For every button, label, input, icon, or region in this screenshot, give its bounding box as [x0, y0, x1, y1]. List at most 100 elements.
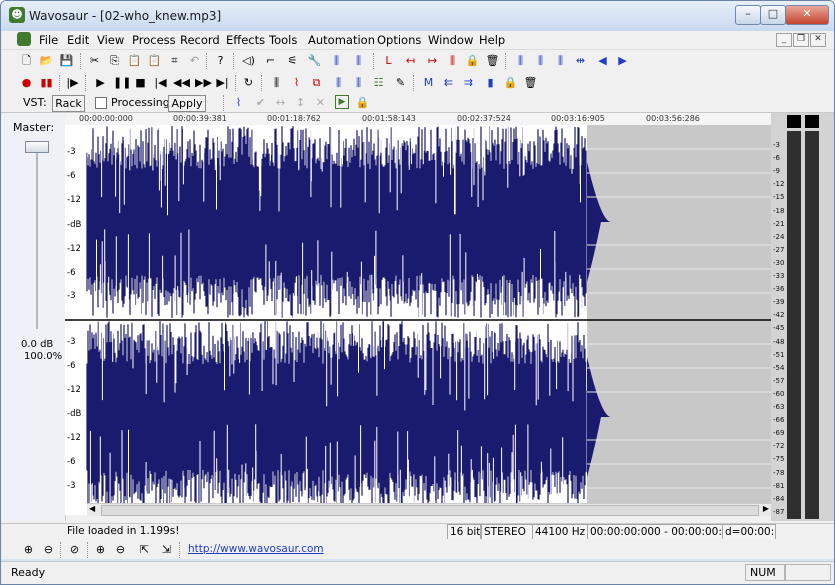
pause-icon[interactable]: ❚❚: [113, 75, 131, 90]
cue-trash-icon[interactable]: 🗑: [523, 75, 538, 90]
menu-window[interactable]: Window: [428, 33, 473, 47]
scroll-right-icon[interactable]: ▶: [763, 504, 769, 513]
envelope-icon[interactable]: ⌇: [231, 95, 246, 110]
vu-clip-left: [787, 115, 801, 128]
speaker-icon[interactable]: ◁): [241, 53, 256, 68]
join-icon[interactable]: ⫼: [553, 53, 568, 68]
trim-icon[interactable]: ⌗: [167, 53, 182, 68]
play-from-start-icon[interactable]: |▶: [65, 75, 80, 90]
menu-process[interactable]: Process: [132, 33, 176, 47]
prev-icon[interactable]: ◀: [595, 53, 610, 68]
paste-mix-icon[interactable]: 📋: [147, 53, 162, 68]
wrench-icon[interactable]: 🔧: [307, 53, 322, 68]
zoom-full-icon[interactable]: ⊘: [67, 542, 82, 557]
copy-icon[interactable]: ⎘: [107, 53, 122, 68]
new-file-icon[interactable]: 🗋: [19, 53, 34, 68]
cue-lock-icon[interactable]: 🔒: [503, 75, 518, 90]
go-start-icon[interactable]: |◀: [153, 75, 168, 90]
horizontal-arrows-icon[interactable]: ↔: [273, 95, 288, 110]
cut-icon[interactable]: ✂: [87, 53, 102, 68]
cue-right-icon[interactable]: ⇉: [461, 75, 476, 90]
dc-offset-icon[interactable]: ⫼: [351, 75, 366, 90]
zoom-out-icon[interactable]: ⊖: [41, 542, 56, 557]
menu-options[interactable]: Options: [377, 33, 421, 47]
minimize-button[interactable]: –: [735, 5, 761, 25]
split-icon[interactable]: ⫼: [533, 53, 548, 68]
save-icon[interactable]: 💾: [59, 53, 74, 68]
rewind-icon[interactable]: ◀◀: [173, 75, 190, 90]
settings-icon[interactable]: ⚟: [285, 53, 300, 68]
menu-effects[interactable]: Effects: [226, 33, 265, 47]
zoom-wave-icon[interactable]: ⫼: [513, 53, 528, 68]
cue-left-icon[interactable]: ⇇: [441, 75, 456, 90]
normalize-icon[interactable]: ⫼: [329, 53, 344, 68]
vst-lock-icon[interactable]: 🔒: [355, 95, 370, 110]
rack-button[interactable]: Rack: [52, 95, 85, 112]
equalizer-icon[interactable]: ☷: [371, 75, 386, 90]
undo-icon[interactable]: ↶: [187, 53, 202, 68]
insert-silence-icon[interactable]: ⫼: [269, 75, 284, 90]
maximize-button[interactable]: □: [760, 5, 786, 25]
document-icon[interactable]: [17, 32, 31, 46]
vu-scale-tick: -75: [773, 455, 785, 464]
lock-icon[interactable]: 🔒: [465, 53, 480, 68]
paste-icon[interactable]: 📋: [127, 53, 142, 68]
reverse-icon[interactable]: ⫼: [351, 53, 366, 68]
check-icon[interactable]: ✔: [253, 95, 268, 110]
marker-icon[interactable]: L: [381, 53, 396, 68]
vu-scale-tick: -33: [773, 272, 785, 280]
vst-label: VST:: [23, 96, 47, 109]
apply-button[interactable]: Apply: [168, 95, 206, 112]
amplify-icon[interactable]: ⫼: [331, 75, 346, 90]
vertical-arrows-icon[interactable]: ↕: [293, 95, 308, 110]
help-icon[interactable]: ?: [213, 53, 228, 68]
master-fader[interactable]: [25, 141, 49, 153]
next-icon[interactable]: ▶: [615, 53, 630, 68]
toolbar-main: 🗋 📂 💾 ✂ ⎘ 📋 📋 ⌗ ↶ ? ◁) ⌐ ⚟ 🔧 ⫼ ⫼ L ↤ ↦ ⫼…: [1, 50, 834, 73]
menu-edit[interactable]: Edit: [67, 33, 89, 47]
record-pause-icon[interactable]: ▮▮: [39, 75, 54, 90]
zoom-selection-icon[interactable]: ⇱: [137, 542, 152, 557]
scrollbar-thumb[interactable]: [101, 505, 759, 516]
marker-left-icon[interactable]: ↤: [403, 53, 418, 68]
mdi-close-button[interactable]: ✕: [810, 33, 826, 47]
processing-checkbox[interactable]: [95, 97, 107, 109]
marker-wave-icon[interactable]: ⫼: [445, 53, 460, 68]
record-icon[interactable]: ●: [19, 75, 34, 90]
menu-automation[interactable]: Automation: [308, 33, 375, 47]
fit-icon[interactable]: ⇹: [573, 53, 588, 68]
stop-icon[interactable]: ■: [133, 75, 148, 90]
menu-view[interactable]: View: [97, 33, 124, 47]
trash-icon[interactable]: 🗑: [485, 53, 500, 68]
cue-block-icon[interactable]: ▮: [483, 75, 498, 90]
horizontal-scrollbar[interactable]: ◀ ▶: [87, 503, 771, 516]
website-link[interactable]: http://www.wavosaur.com: [188, 543, 324, 555]
scroll-left-icon[interactable]: ◀: [89, 504, 95, 513]
delete-icon[interactable]: ✕: [313, 95, 328, 110]
pencil-icon[interactable]: ✎: [393, 75, 408, 90]
crop-icon[interactable]: ⧉: [309, 75, 324, 90]
waveform-view[interactable]: -3 -6 -12 -dB -12 -6 -3 -3 -6 -12 -dB -1…: [65, 125, 771, 515]
marker-right-icon[interactable]: ↦: [425, 53, 440, 68]
fast-forward-icon[interactable]: ▶▶: [195, 75, 212, 90]
zoom-in-icon[interactable]: ⊕: [21, 542, 36, 557]
mdi-restore-button[interactable]: ❐: [793, 33, 809, 47]
play-icon[interactable]: ▶: [93, 75, 108, 90]
menu-record[interactable]: Record: [180, 33, 220, 47]
zoom-vertical-out-icon[interactable]: ⊖: [113, 542, 128, 557]
master-percent: 100.0%: [24, 351, 63, 362]
menu-help[interactable]: Help: [479, 33, 505, 47]
loop-icon[interactable]: ↻: [241, 75, 256, 90]
open-folder-icon[interactable]: 📂: [39, 53, 54, 68]
zoom-vertical-in-icon[interactable]: ⊕: [93, 542, 108, 557]
go-end-icon[interactable]: ▶|: [215, 75, 230, 90]
fade-icon[interactable]: ⌇: [289, 75, 304, 90]
mdi-minimize-button[interactable]: _: [776, 33, 792, 47]
menu-file[interactable]: File: [39, 33, 58, 47]
cue-marker-icon[interactable]: M: [421, 75, 436, 90]
play-box-icon[interactable]: ▶: [335, 95, 349, 109]
step-icon[interactable]: ⌐: [263, 53, 278, 68]
menu-tools[interactable]: Tools: [269, 33, 297, 47]
close-button[interactable]: ✕: [785, 5, 829, 25]
zoom-sample-icon[interactable]: ⇲: [159, 542, 174, 557]
